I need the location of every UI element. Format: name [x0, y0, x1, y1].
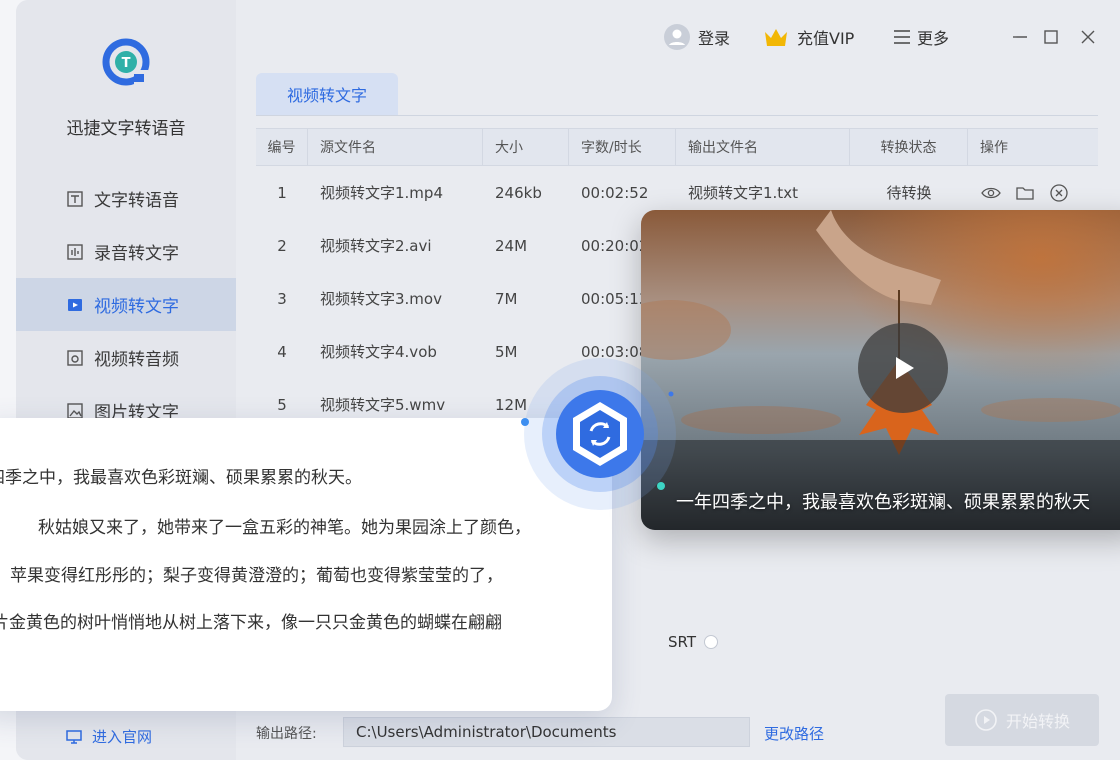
col-header-status: 转换状态	[850, 129, 968, 165]
maximize-icon	[1044, 30, 1058, 44]
play-button[interactable]	[858, 323, 948, 413]
minimize-icon	[1013, 36, 1027, 38]
video-to-text-icon	[66, 296, 84, 314]
more-label: 更多	[917, 29, 950, 48]
start-convert-button[interactable]: 开始转换	[945, 694, 1099, 746]
transcript-line: 秋姑娘又来了，她带来了一盒五彩的神笔。她为果园涂上了颜色，	[38, 518, 531, 538]
vip-label: 充值VIP	[797, 29, 855, 48]
open-folder-icon[interactable]	[1014, 182, 1036, 204]
table-header: 编号 源文件名 大小 字数/时长 输出文件名 转换状态 操作	[256, 128, 1098, 166]
maximize-button[interactable]	[1036, 22, 1066, 52]
cell-no: 3	[277, 289, 287, 308]
official-site-label: 进入官网	[92, 728, 153, 746]
sidebar-item-label: 视频转音频	[94, 350, 179, 370]
srt-option[interactable]: SRT	[668, 633, 719, 651]
login-label: 登录	[698, 29, 731, 48]
close-button[interactable]	[1073, 22, 1103, 52]
cell-size: 246kb	[495, 183, 542, 202]
menu-icon	[894, 30, 910, 44]
video-preview-card[interactable]: 一年四季之中，我最喜欢色彩斑斓、硕果累累的秋天	[641, 210, 1120, 530]
sidebar-item-label: 录音转文字	[94, 244, 179, 264]
sidebar-item-text-to-speech[interactable]: 文字转语音	[16, 172, 236, 225]
change-path-link[interactable]: 更改路径	[764, 723, 824, 744]
minimize-button[interactable]	[1005, 22, 1035, 52]
col-header-output: 输出文件名	[676, 129, 850, 165]
app-name: 迅捷文字转语音	[66, 119, 186, 139]
srt-label: SRT	[668, 633, 697, 651]
cell-size: 7M	[495, 289, 518, 308]
transcript-line: 片金黄色的树叶悄悄地从树上落下来，像一只只金黄色的蝴蝶在翩翩	[0, 613, 502, 633]
more-menu-button[interactable]: 更多	[893, 22, 949, 52]
output-path-field[interactable]: C:\Users\Administrator\Documents	[343, 717, 750, 747]
crown-icon	[765, 29, 787, 46]
cell-no: 1	[277, 183, 287, 202]
sidebar-item-audio-to-text[interactable]: 录音转文字	[16, 225, 236, 278]
preview-eye-icon[interactable]	[980, 182, 1002, 204]
transcript-line: 四季之中，我最喜欢色彩斑斓、硕果累累的秋天。	[0, 468, 362, 488]
cell-source: 视频转文字4.vob	[320, 343, 437, 361]
topbar: 登录 充值VIP 更多	[236, 22, 1120, 52]
audio-to-text-icon	[66, 243, 84, 261]
play-circle-icon	[975, 709, 997, 731]
monitor-icon	[66, 729, 82, 745]
col-header-duration: 字数/时长	[569, 129, 676, 165]
sidebar-nav: 文字转语音 录音转文字 视频转文字 视频转音频 图片转文字	[16, 172, 236, 437]
video-to-audio-icon	[66, 349, 84, 367]
close-icon	[1081, 30, 1095, 44]
sidebar-item-video-to-audio[interactable]: 视频转音频	[16, 331, 236, 384]
cell-source: 视频转文字2.avi	[320, 237, 432, 255]
tab-divider	[256, 115, 1098, 116]
start-convert-label: 开始转换	[1005, 712, 1070, 731]
output-path-label: 输出路径:	[256, 726, 317, 742]
play-icon	[896, 357, 914, 379]
cell-source: 视频转文字1.mp4	[320, 184, 443, 202]
text-to-speech-icon	[66, 190, 84, 208]
col-header-source: 源文件名	[308, 129, 483, 165]
user-avatar-icon	[664, 24, 690, 50]
cell-size: 24M	[495, 236, 528, 255]
video-subtitle: 一年四季之中，我最喜欢色彩斑斓、硕果累累的秋天	[676, 492, 1090, 513]
app-logo-icon: T	[102, 38, 150, 86]
srt-radio[interactable]	[704, 635, 719, 649]
sidebar-item-label: 视频转文字	[94, 297, 179, 317]
cell-no: 4	[277, 342, 287, 361]
image-to-text-icon	[66, 402, 84, 420]
convert-sync-icon	[521, 358, 676, 510]
delete-circle-x-icon[interactable]	[1048, 182, 1070, 204]
sidebar-item-label: 文字转语音	[94, 191, 179, 211]
transcript-line: 苹果变得红彤彤的；梨子变得黄澄澄的；葡萄也变得紫莹莹的了，	[10, 566, 503, 586]
login-button[interactable]: 登录	[664, 22, 730, 52]
svg-text:T: T	[122, 56, 131, 71]
col-header-no: 编号	[256, 129, 308, 165]
col-header-size: 大小	[483, 129, 569, 165]
col-header-actions: 操作	[980, 140, 1008, 156]
tab-video-to-text[interactable]: 视频转文字	[256, 73, 398, 115]
sidebar-item-video-to-text[interactable]: 视频转文字	[16, 278, 236, 331]
official-site-link[interactable]: 进入官网	[66, 726, 152, 747]
cell-no: 2	[277, 236, 287, 255]
cell-source: 视频转文字3.mov	[320, 290, 442, 308]
vip-button[interactable]: 充值VIP	[763, 22, 854, 52]
